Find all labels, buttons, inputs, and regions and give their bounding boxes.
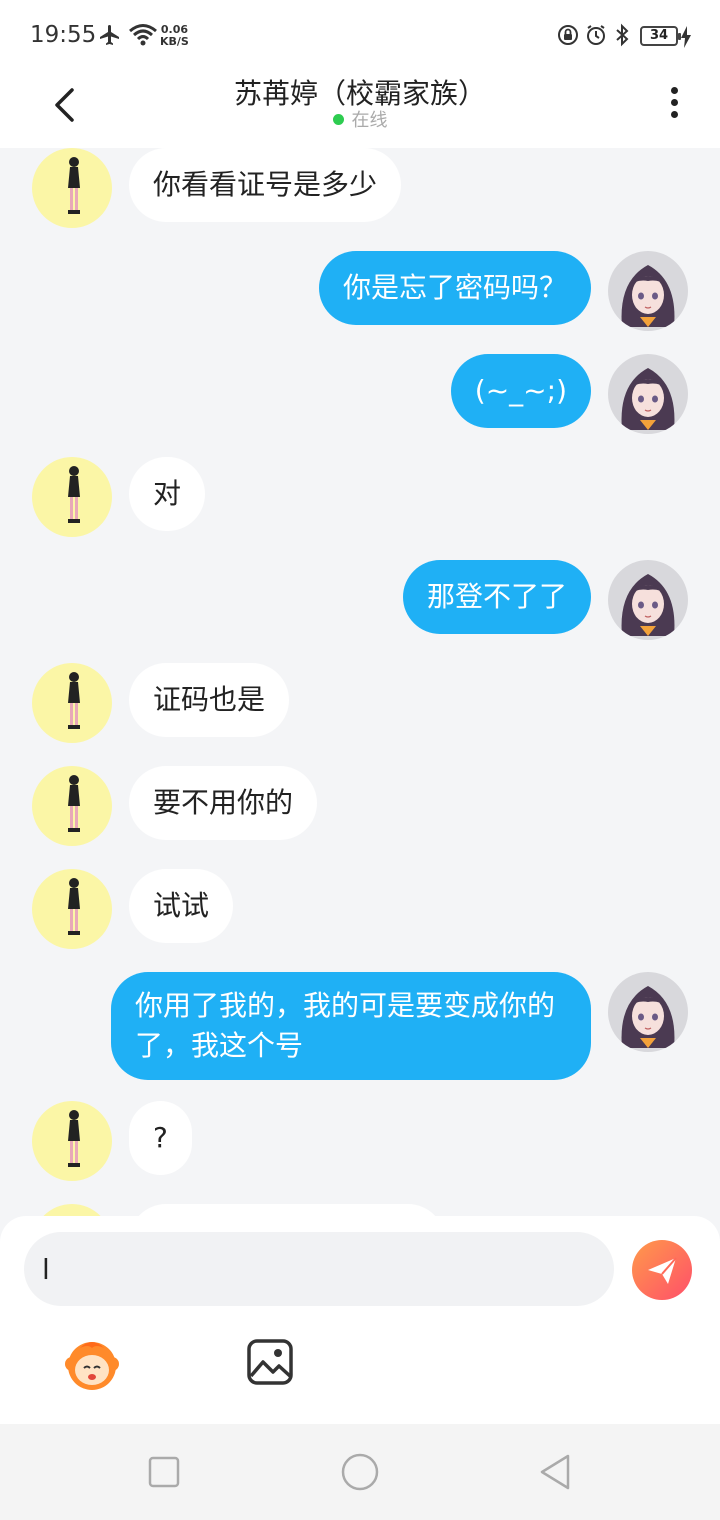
bluetooth-icon (612, 22, 632, 52)
send-button[interactable] (632, 1240, 692, 1300)
my-avatar-anime-girl-icon (621, 574, 675, 636)
contact-avatar[interactable] (32, 1204, 112, 1216)
alarm-icon (584, 22, 608, 52)
my-avatar-anime-girl-icon (621, 986, 675, 1048)
message-bubble[interactable]: ? (129, 1101, 192, 1175)
wifi-icon (128, 22, 158, 52)
my-avatar-anime-girl-icon (621, 368, 675, 430)
image-button[interactable] (246, 1338, 294, 1386)
status-bar: 19:55 0.06 KB/S 34 (0, 0, 720, 72)
status-time: 19:55 (30, 22, 97, 48)
contact-avatar[interactable] (32, 663, 112, 743)
recents-icon (148, 1456, 180, 1488)
my-avatar[interactable] (608, 972, 688, 1052)
sticker-button[interactable] (60, 1334, 124, 1392)
message-bubble[interactable]: (~_~;) (450, 354, 591, 428)
contact-avatar[interactable] (32, 869, 112, 949)
back-nav-button[interactable] (536, 1452, 576, 1492)
contact-avatar-figure-icon (68, 775, 80, 832)
chat-header: 苏苒婷（校霸家族） 在线 (0, 72, 720, 148)
home-icon (341, 1453, 379, 1491)
contact-avatar-figure-icon (68, 878, 80, 935)
system-nav-bar (0, 1424, 720, 1520)
contact-avatar[interactable] (32, 1101, 112, 1181)
network-speed-unit: KB/S (160, 35, 189, 48)
contact-avatar-figure-icon (68, 157, 80, 214)
contact-avatar-figure-icon (68, 672, 80, 729)
message-bubble[interactable]: 证码也是 (129, 663, 290, 737)
contact-avatar[interactable] (32, 457, 112, 537)
online-dot-icon (332, 114, 344, 125)
contact-avatar-figure-icon (68, 1110, 80, 1167)
message-bubble[interactable]: 你用了我的，我的可是要变成你的了，我这个号 (111, 972, 591, 1080)
message-composer (0, 1216, 720, 1424)
rotation-lock-icon (556, 22, 580, 52)
more-options-button[interactable] (660, 82, 690, 122)
airplane-icon (98, 22, 122, 52)
my-avatar[interactable] (608, 560, 688, 640)
message-bubble[interactable]: 对 (129, 457, 206, 531)
my-avatar[interactable] (608, 354, 688, 434)
message-bubble[interactable]: 要不用你的 (129, 766, 318, 840)
home-button[interactable] (340, 1452, 380, 1492)
contact-avatar[interactable] (32, 766, 112, 846)
message-bubble[interactable]: 那登不了了 (402, 560, 591, 634)
image-icon (247, 1339, 293, 1385)
my-avatar-anime-girl-icon (621, 265, 675, 327)
online-status-label: 在线 (351, 110, 388, 131)
back-icon (540, 1454, 570, 1490)
message-bubble[interactable]: 试试 (129, 869, 234, 943)
contact-avatar[interactable] (32, 148, 112, 228)
recents-button[interactable] (144, 1452, 184, 1492)
sticker-icon (65, 1342, 119, 1390)
message-bubble[interactable]: 你是忘了密码吗？ (318, 251, 591, 325)
send-icon (648, 1257, 677, 1284)
message-input[interactable] (24, 1232, 614, 1306)
my-avatar[interactable] (608, 251, 688, 331)
battery-icon: 34 (640, 26, 681, 46)
message-bubble-partial[interactable] (129, 1204, 445, 1216)
network-speed: 0.06 KB/S (160, 24, 189, 48)
online-status: 在线 (0, 106, 720, 132)
message-list[interactable]: 你看看证号是多少 你是忘了密码吗？ (~_~;) 对 那登不了了 证码也是 要不… (0, 148, 720, 1216)
message-bubble[interactable]: 你看看证号是多少 (129, 148, 402, 222)
charging-icon (681, 26, 691, 52)
contact-avatar-figure-icon (68, 466, 80, 523)
